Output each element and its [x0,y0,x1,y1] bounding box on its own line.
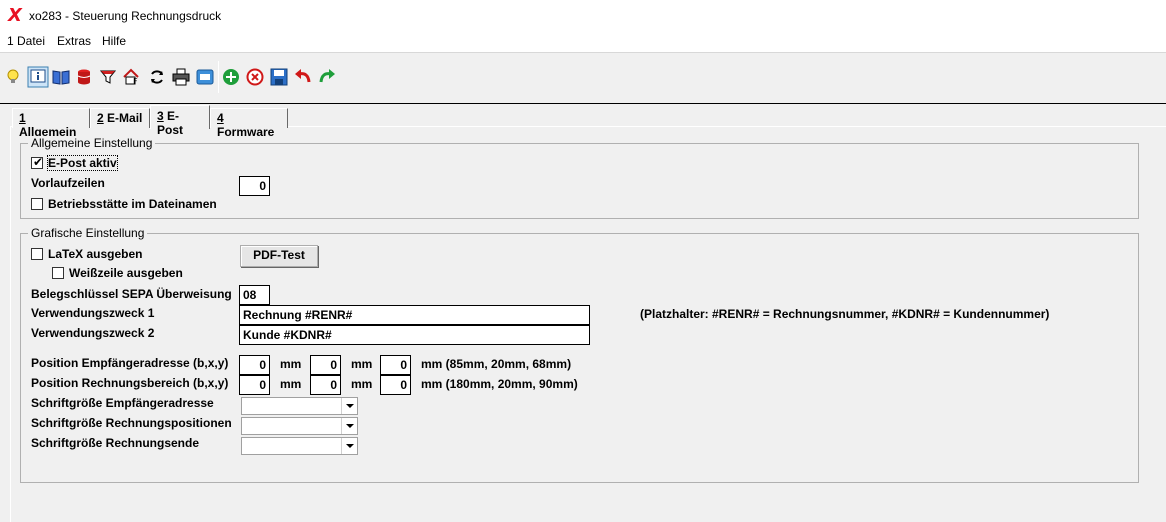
info-icon[interactable] [27,66,49,88]
epost-active-checkbox[interactable]: ✔ [31,155,44,169]
recipient-pos-label: Position Empfängeradresse (b,x,y) [31,356,229,370]
chevron-down-icon[interactable] [341,418,357,434]
unit-label: mm [280,357,302,371]
save-icon[interactable] [270,68,288,86]
invoice-pos-b-input[interactable]: 0 [239,375,270,395]
latex-checkbox[interactable] [31,248,43,260]
home-document-icon[interactable]: F [123,68,141,86]
font-positions-select[interactable] [241,417,358,435]
redo-icon[interactable] [318,68,336,86]
blank-line-label: Weißzeile ausgeben [69,266,183,280]
tab-formware[interactable]: 4 Formware [210,108,288,139]
site-in-filename-checkbox[interactable] [31,198,43,210]
svg-text:F: F [133,77,138,86]
refresh-icon[interactable] [148,68,166,86]
window-icon[interactable] [196,68,214,86]
group-general-title: Allgemeine Einstellung [28,136,156,150]
tab-key: 3 [157,109,164,123]
purpose2-input[interactable]: Kunde #KDNR# [239,325,590,345]
lead-lines-label: Vorlaufzeilen [31,176,105,190]
tab-key: 1 [19,111,26,125]
toolbar-separator [218,61,219,93]
tab-allgemein[interactable]: 1 Allgemein [12,108,90,139]
pdf-test-button[interactable]: PDF-Test [240,245,318,267]
unit-label: mm [351,357,373,371]
unit-label: mm [351,377,373,391]
chevron-down-icon[interactable] [341,438,357,454]
database-icon[interactable] [75,68,93,86]
tab-epost[interactable]: 3 E-Post [150,105,210,137]
delete-icon[interactable] [246,68,264,86]
menu-bar [0,32,1166,52]
chevron-down-icon[interactable] [341,398,357,414]
font-end-select[interactable] [241,437,358,455]
placeholder-hint: (Platzhalter: #RENR# = Rechnungsnummer, … [640,307,1050,321]
add-icon[interactable] [222,68,240,86]
recipient-pos-x-input[interactable]: 0 [310,355,341,375]
undo-icon[interactable] [294,68,312,86]
blank-line-checkbox[interactable] [52,267,64,279]
tab-label: E-Mail [107,111,143,125]
unit-label: mm [280,377,302,391]
menu-datei[interactable]: 1 Datei [7,34,45,48]
purpose1-label: Verwendungszweck 1 [31,306,155,320]
font-positions-label: Schriftgröße Rechnungspositionen [31,416,232,430]
invoice-pos-x-input[interactable]: 0 [310,375,341,395]
check-mark-icon: ✔ [33,155,44,169]
invoice-pos-label: Position Rechnungsbereich (b,x,y) [31,376,229,390]
purpose2-label: Verwendungszweck 2 [31,326,155,340]
lead-lines-input[interactable]: 0 [239,176,270,196]
invoice-pos-y-input[interactable]: 0 [380,375,411,395]
recipient-pos-b-input[interactable]: 0 [239,355,270,375]
invoice-pos-hint: mm (180mm, 20mm, 90mm) [421,377,578,391]
site-in-filename-label: Betriebsstätte im Dateinamen [48,197,217,211]
font-recipient-select[interactable] [241,397,358,415]
menu-extras[interactable]: Extras [57,34,91,48]
menu-hilfe[interactable]: Hilfe [102,34,126,48]
book-icon[interactable] [52,68,70,86]
latex-label: LaTeX ausgeben [48,247,143,261]
font-recipient-label: Schriftgröße Empfängeradresse [31,396,214,410]
recipient-pos-y-input[interactable]: 0 [380,355,411,375]
tab-label: Formware [217,125,275,139]
filter-icon[interactable] [99,68,117,86]
lightbulb-icon[interactable] [4,68,22,86]
window-title: xo283 - Steuerung Rechnungsdruck [29,9,222,23]
sepa-key-input[interactable]: 08 [239,285,270,305]
font-end-label: Schriftgröße Rechnungsende [31,436,200,450]
sepa-key-label: Belegschlüssel SEPA Überweisung [31,287,232,301]
recipient-pos-hint: mm (85mm, 20mm, 68mm) [421,357,572,371]
tab-key: 2 [97,111,104,125]
epost-active-label: E-Post aktiv [47,155,118,171]
group-graphic-title: Grafische Einstellung [28,226,148,240]
app-logo: X [8,5,22,26]
tab-email[interactable]: 2 E-Mail [90,108,150,128]
purpose1-input[interactable]: Rechnung #RENR# [239,305,590,325]
print-icon[interactable] [172,68,190,86]
tab-key: 4 [217,111,224,125]
